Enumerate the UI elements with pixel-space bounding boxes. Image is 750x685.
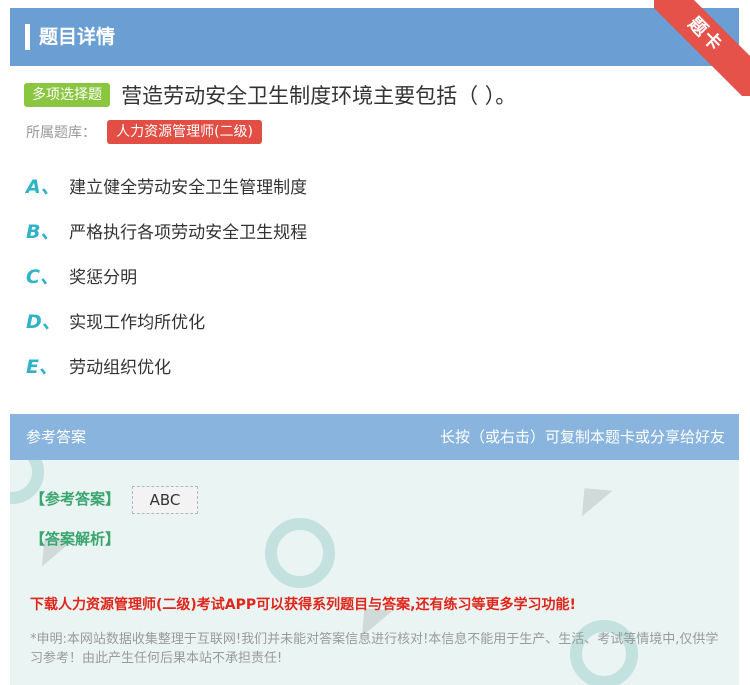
question-type-badge: 多项选择题: [24, 83, 110, 107]
option-text: 建立健全劳动安全卫生管理制度: [69, 178, 308, 198]
answer-section-title: 参考答案: [26, 428, 87, 446]
answer-value: ABC: [132, 486, 198, 514]
answer-header: 参考答案 长按（或右击）可复制本题卡或分享给好友: [10, 414, 739, 460]
answer-label: 【参考答案】: [30, 490, 121, 508]
app-download-promo[interactable]: 下载人力资源管理师(二级)考试APP可以获得系列题目与答案,还有练习等更多学习功…: [30, 594, 576, 614]
watermark-circle-icon: [265, 518, 335, 588]
analysis-label: 【答案解析】: [30, 530, 121, 548]
question-bank-row: 所属题库： 人力资源管理师(二级): [26, 120, 263, 146]
question-row: 多项选择题 营造劳动安全卫生制度环境主要包括（ ）。: [24, 80, 516, 110]
option-letter: C、: [26, 266, 59, 288]
watermark-logo-icon: ◢◣: [565, 470, 615, 520]
options-list: A、 建立健全劳动安全卫生管理制度 B、 严格执行各项劳动安全卫生规程 C、 奖…: [26, 170, 307, 395]
option-letter: D、: [26, 311, 61, 333]
option-b[interactable]: B、 严格执行各项劳动安全卫生规程: [26, 215, 307, 260]
page-title: 题目详情: [39, 26, 116, 48]
disclaimer-text: *申明:本网站数据收集整理于互联网!我们并未能对答案信息进行核对!本信息不能用于…: [30, 632, 719, 666]
bank-label: 所属题库：: [26, 125, 96, 141]
option-c[interactable]: C、 奖惩分明: [26, 260, 307, 305]
option-text: 实现工作均所优化: [69, 313, 206, 333]
option-d[interactable]: D、 实现工作均所优化: [26, 305, 307, 350]
option-text: 奖惩分明: [69, 268, 138, 288]
option-letter: B、: [26, 221, 60, 243]
option-text: 劳动组织优化: [69, 358, 172, 378]
share-hint: 长按（或右击）可复制本题卡或分享给好友: [439, 428, 725, 446]
page-header: 题目详情: [10, 8, 739, 66]
corner-ribbon[interactable]: 题卡: [654, 0, 750, 96]
question-text: 营造劳动安全卫生制度环境主要包括（ ）。: [121, 84, 517, 108]
bank-tag[interactable]: 人力资源管理师(二级): [107, 120, 263, 144]
option-letter: A、: [26, 176, 60, 198]
option-letter: E、: [26, 356, 58, 378]
option-e[interactable]: E、 劳动组织优化: [26, 350, 307, 395]
header-accent-bar: [25, 24, 30, 50]
answer-body: ◢◣ ◢◣ ◢◣ 【参考答案】 ABC 【答案解析】 下载人力资源管理师(二级)…: [10, 460, 739, 685]
option-a[interactable]: A、 建立健全劳动安全卫生管理制度: [26, 170, 307, 215]
option-text: 严格执行各项劳动安全卫生规程: [69, 223, 308, 243]
ribbon-label[interactable]: 题卡: [654, 0, 750, 96]
